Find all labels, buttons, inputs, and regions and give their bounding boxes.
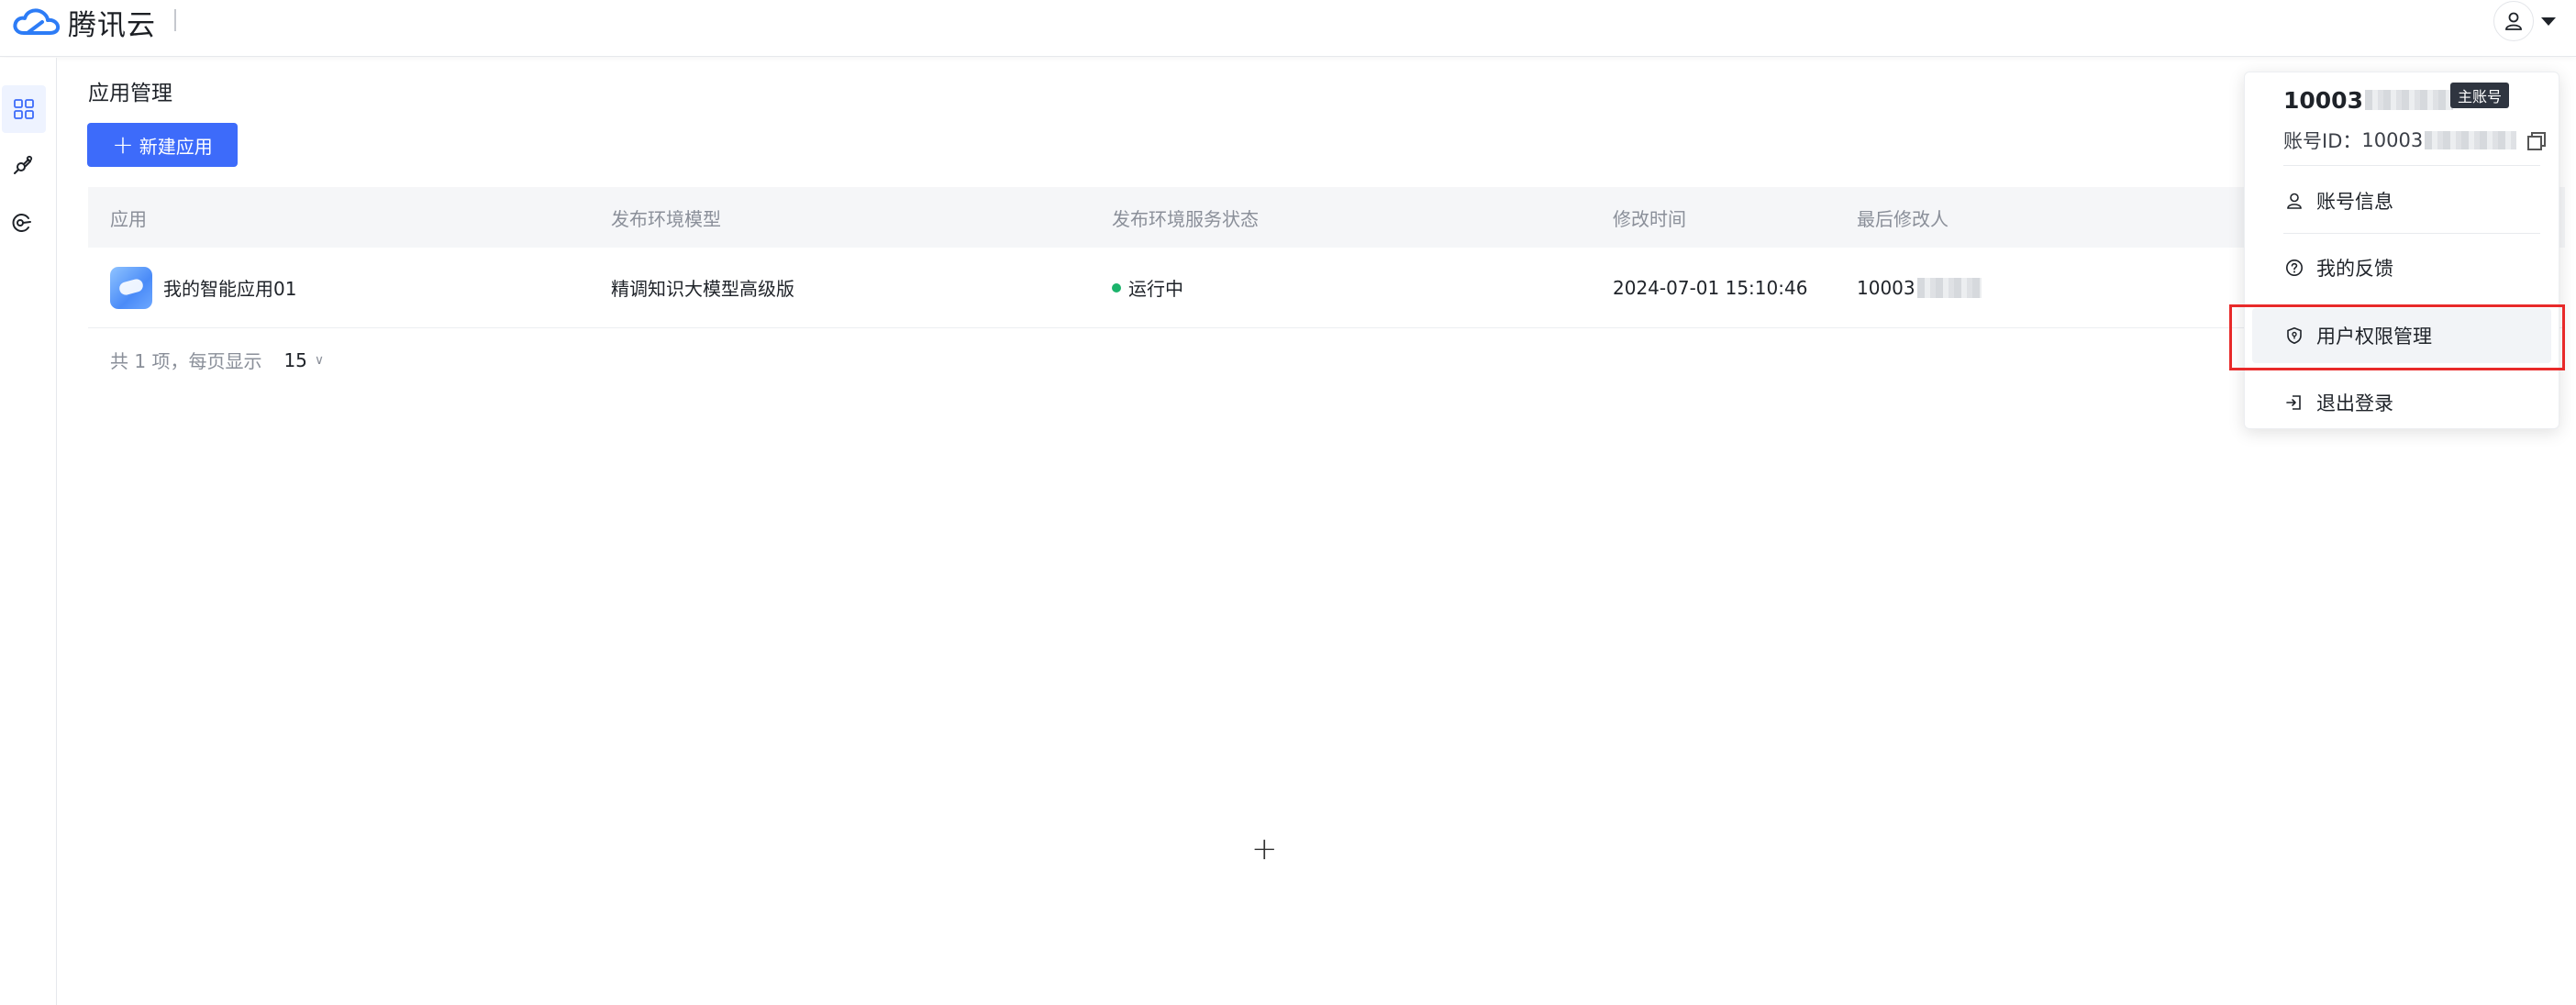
- status-cell: 运行中: [1112, 248, 1183, 327]
- menu-item-label: 账号信息: [2316, 191, 2393, 213]
- app-name[interactable]: 我的智能应用01: [163, 274, 296, 301]
- table-row[interactable]: 我的智能应用01 精调知识大模型高级版 运行中 2024-07-01 15:10…: [88, 248, 2565, 328]
- menu-item-feedback[interactable]: 我的反馈: [2252, 240, 2551, 295]
- redacted-text: [1916, 277, 1982, 298]
- header-divider: [174, 9, 176, 31]
- page-size-value: 15: [283, 348, 307, 371]
- pagination: 共 1 项，每页显示 15 ∨: [110, 347, 324, 373]
- user-icon: [2505, 12, 2522, 30]
- account-menu-trigger[interactable]: [2493, 0, 2569, 42]
- left-sidebar: [0, 58, 57, 1005]
- copy-icon[interactable]: [2527, 132, 2547, 150]
- new-app-button-label: 新建应用: [139, 135, 213, 158]
- chevron-down-icon: ∨: [314, 352, 325, 368]
- page-size-select[interactable]: 15 ∨: [283, 349, 324, 371]
- app-name-cell[interactable]: 我的智能应用01: [110, 248, 296, 327]
- account-id-row: 账号ID： 10003: [2283, 124, 2547, 157]
- column-header-status: 发布环境服务状态: [1112, 207, 1259, 230]
- caret-down-icon[interactable]: [2541, 17, 2556, 26]
- avatar[interactable]: [2493, 1, 2534, 41]
- sidebar-item-apps[interactable]: [2, 85, 46, 133]
- account-id-label: 账号ID：: [2283, 130, 2362, 152]
- modified-time-cell: 2024-07-01 15:10:46: [1613, 276, 1808, 299]
- brand-name: 腾讯云: [68, 8, 156, 42]
- modifier-text: 10003: [1857, 276, 1915, 299]
- main-account-badge: 主账号: [2450, 83, 2510, 108]
- pagination-summary: 共 1 项，每页显示: [110, 350, 262, 372]
- app-icon: [110, 266, 152, 309]
- user-icon: [2287, 193, 2302, 209]
- redacted-text: [2425, 131, 2517, 149]
- logout-icon: [2286, 395, 2301, 410]
- table-header: 应用 发布环境模型 发布环境服务状态 修改时间 最后修改人: [88, 187, 2565, 248]
- menu-item-label: 退出登录: [2316, 392, 2393, 414]
- new-app-button[interactable]: + 新建应用: [87, 123, 238, 167]
- status-text: 运行中: [1128, 278, 1183, 300]
- column-header-model: 发布环境模型: [611, 207, 721, 230]
- highlight-annotation-box: [2229, 304, 2565, 370]
- orbit-icon: [12, 214, 31, 232]
- redacted-text: [2364, 90, 2453, 110]
- plus-icon: +: [112, 129, 134, 160]
- apps-table: 应用 发布环境模型 发布环境服务状态 修改时间 最后修改人 我的智能应用01 精…: [88, 187, 2565, 328]
- grid-icon: [14, 99, 34, 119]
- menu-item-account-info[interactable]: 账号信息: [2252, 173, 2551, 228]
- top-bar: 腾讯云: [0, 0, 2576, 57]
- column-header-app: 应用: [110, 207, 147, 230]
- menu-item-logout[interactable]: 退出登录: [2252, 375, 2551, 430]
- account-dropdown-menu: 10003 主账号 账号ID： 10003 账号信息 我的反馈 用户权限管理 退…: [2244, 72, 2559, 429]
- account-username: 10003: [2283, 82, 2453, 118]
- plug-icon: [14, 155, 33, 174]
- account-id-value: 10003: [2361, 129, 2424, 151]
- cloud-logo-icon: [13, 8, 61, 35]
- question-circle-icon: [2286, 260, 2303, 276]
- model-cell: 精调知识大模型高级版: [611, 278, 794, 300]
- sidebar-item-explore[interactable]: [0, 199, 44, 247]
- page-title: 应用管理: [88, 82, 172, 105]
- brand-logo[interactable]: 腾讯云: [11, 4, 156, 42]
- column-header-modified: 修改时间: [1613, 207, 1686, 230]
- status-dot-icon: [1112, 282, 1121, 293]
- cursor-crosshair-icon: +: [1251, 831, 1278, 867]
- menu-item-label: 我的反馈: [2316, 258, 2393, 280]
- account-username-text: 10003: [2283, 86, 2363, 114]
- menu-divider: [2283, 165, 2540, 166]
- menu-divider: [2283, 233, 2540, 234]
- sidebar-item-plugins[interactable]: [0, 142, 44, 190]
- modifier-cell: 10003: [1857, 248, 1982, 327]
- column-header-modifier: 最后修改人: [1857, 207, 1949, 230]
